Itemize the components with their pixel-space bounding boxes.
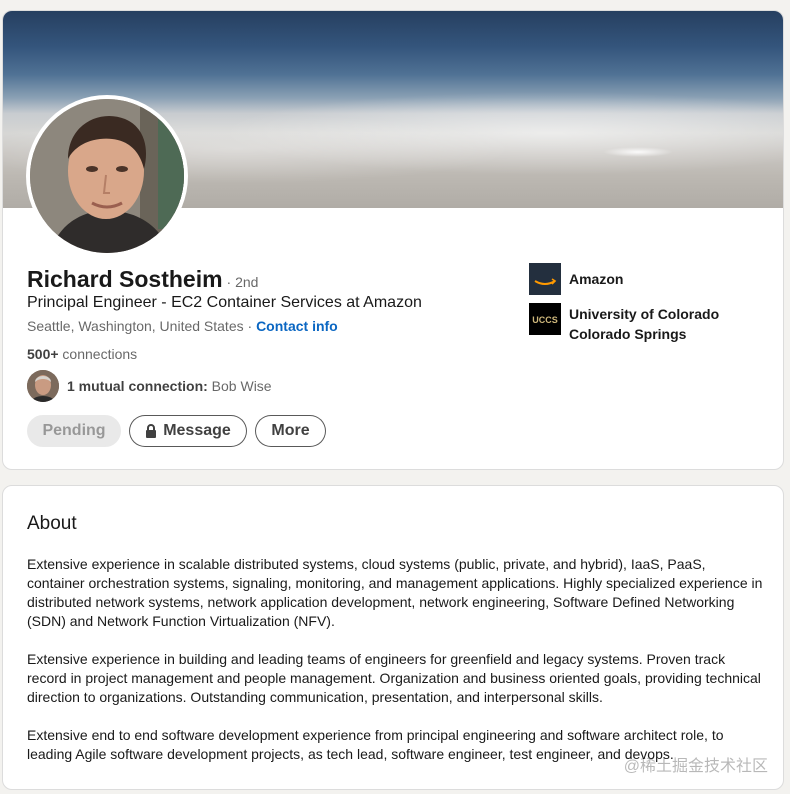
- profile-photo[interactable]: [26, 95, 188, 257]
- amazon-logo: [529, 263, 561, 295]
- profile-top-card: Richard Sostheim · 2nd Principal Enginee…: [2, 10, 784, 470]
- about-card: About Extensive experience in scalable d…: [2, 485, 784, 790]
- connections-label: connections: [58, 346, 138, 362]
- uccs-logo: UCCS: [529, 303, 561, 335]
- svg-text:UCCS: UCCS: [532, 315, 558, 325]
- pending-button[interactable]: Pending: [27, 415, 121, 447]
- message-button-label: Message: [163, 422, 231, 439]
- profile-photo-image: [30, 99, 184, 253]
- profile-headline: Principal Engineer - EC2 Container Servi…: [27, 294, 422, 311]
- company-name: Amazon: [569, 271, 624, 287]
- education-school[interactable]: UCCS University of Colorado Colorado Spr…: [529, 303, 769, 344]
- connections-number: 500+: [27, 346, 59, 362]
- separator: ·: [243, 318, 257, 334]
- mutual-connection-count: 1 mutual connection:: [67, 378, 208, 394]
- about-body: Extensive experience in scalable distrib…: [27, 555, 767, 783]
- about-paragraph: Extensive experience in scalable distrib…: [27, 556, 763, 629]
- current-company[interactable]: Amazon: [529, 263, 623, 295]
- about-paragraph: Extensive experience in building and lea…: [27, 651, 761, 705]
- profile-actions: Pending Message More: [27, 415, 326, 447]
- mutual-connection-avatar: [27, 370, 59, 402]
- contact-info-link[interactable]: Contact info: [256, 318, 338, 334]
- lock-icon: [145, 424, 157, 438]
- profile-location-row: Seattle, Washington, United States · Con…: [27, 318, 338, 334]
- watermark: @稀土掘金技术社区: [623, 758, 768, 775]
- mutual-connections[interactable]: 1 mutual connection: Bob Wise: [27, 370, 272, 402]
- message-button[interactable]: Message: [129, 415, 247, 447]
- connections-count[interactable]: 500+ connections: [27, 346, 137, 362]
- about-heading: About: [27, 513, 77, 534]
- connection-degree: · 2nd: [226, 274, 259, 290]
- more-button[interactable]: More: [255, 415, 326, 447]
- profile-name: Richard Sostheim: [27, 266, 223, 292]
- school-name: University of Colorado Colorado Springs: [569, 306, 720, 342]
- profile-location: Seattle, Washington, United States: [27, 318, 244, 334]
- mutual-connection-name: Bob Wise: [207, 378, 272, 394]
